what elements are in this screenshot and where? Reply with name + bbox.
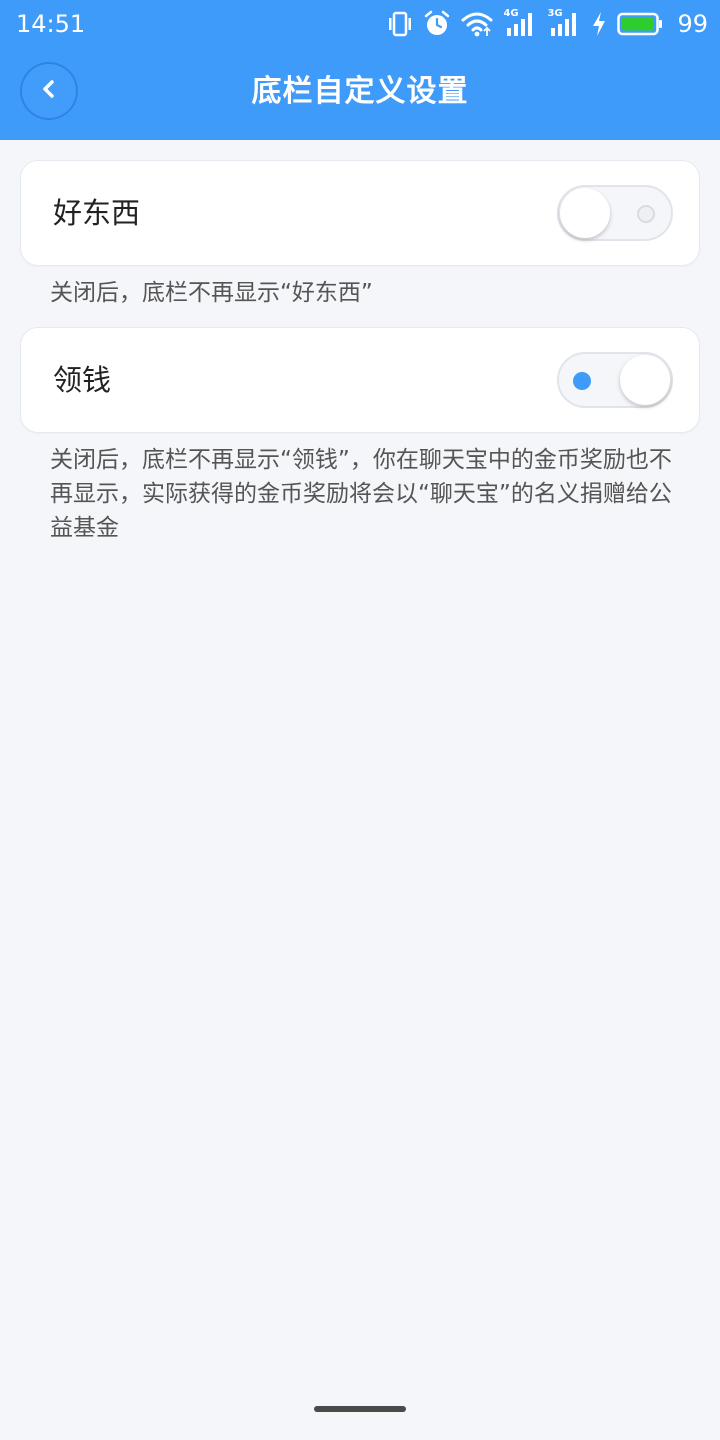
page-title: 底栏自定义设置 (251, 74, 469, 109)
signal-4g-icon: 4G (503, 8, 537, 38)
nav-bar: 底栏自定义设置 (0, 48, 720, 140)
charging-icon (591, 11, 607, 37)
signal-3g-icon: 3G (547, 8, 581, 38)
battery-icon (617, 12, 663, 36)
setting-label: 好东西 (53, 196, 141, 230)
status-time: 14:51 (16, 10, 86, 38)
toggle-knob (620, 355, 670, 405)
vibrate-icon (387, 10, 413, 38)
home-indicator[interactable] (314, 1406, 406, 1412)
setting-description: 关闭后，底栏不再显示“好东西” (50, 280, 373, 306)
status-icons: 4G 3G 99 (387, 8, 708, 40)
app-header: 14:51 4G 3G 99 底栏自定义设置 (0, 0, 720, 140)
setting-card-haodongxi: 好东西 (20, 160, 700, 266)
wifi-icon (461, 10, 493, 38)
setting-card-lingqian: 领钱 (20, 327, 700, 433)
setting-label: 领钱 (53, 363, 112, 397)
battery-percent: 99 (677, 10, 708, 38)
toggle-knob (560, 188, 610, 238)
haodongxi-toggle[interactable] (557, 185, 673, 241)
lingqian-toggle[interactable] (557, 352, 673, 408)
alarm-icon (423, 10, 451, 38)
toggle-indicator-dot (573, 372, 591, 390)
setting-description: 关闭后，底栏不再显示“领钱”，你在聊天宝中的金币奖励也不再显示，实际获得的金币奖… (50, 447, 672, 541)
status-bar: 14:51 4G 3G 99 (0, 0, 720, 48)
toggle-indicator-dot (637, 205, 655, 223)
